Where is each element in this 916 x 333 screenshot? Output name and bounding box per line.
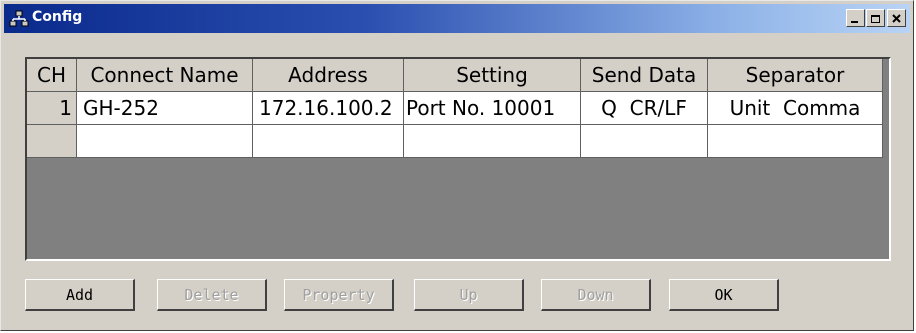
cell-separator[interactable]: Unit Comma bbox=[708, 92, 883, 125]
minimize-button[interactable] bbox=[846, 9, 865, 27]
cell-setting[interactable]: Port No. 10001 bbox=[404, 92, 581, 125]
cell-empty[interactable] bbox=[708, 125, 883, 158]
header-row: CH Connect Name Address Setting Send Dat… bbox=[27, 59, 883, 92]
header-ch[interactable]: CH bbox=[27, 59, 77, 92]
config-grid[interactable]: CH Connect Name Address Setting Send Dat… bbox=[25, 57, 891, 261]
header-address[interactable]: Address bbox=[253, 59, 404, 92]
down-button[interactable]: Down bbox=[541, 279, 651, 311]
title-bar[interactable]: Config bbox=[4, 4, 910, 33]
close-button[interactable] bbox=[887, 9, 906, 27]
ok-button[interactable]: OK bbox=[669, 279, 779, 311]
table-row-empty[interactable] bbox=[27, 125, 883, 158]
cell-empty[interactable] bbox=[581, 125, 708, 158]
header-send-data[interactable]: Send Data bbox=[581, 59, 708, 92]
cell-connect-name[interactable]: GH-252 bbox=[77, 92, 253, 125]
add-button[interactable]: Add bbox=[25, 279, 135, 311]
header-connect-name[interactable]: Connect Name bbox=[77, 59, 253, 92]
cell-send-data[interactable]: Q CR/LF bbox=[581, 92, 708, 125]
header-separator[interactable]: Separator bbox=[708, 59, 883, 92]
cell-empty[interactable] bbox=[253, 125, 404, 158]
cell-empty[interactable] bbox=[404, 125, 581, 158]
config-window: Config CH Connect Name Address Setting S… bbox=[0, 0, 914, 331]
table-row[interactable]: 1 GH-252 172.16.100.2 Port No. 10001 Q C… bbox=[27, 92, 883, 125]
row-ch[interactable]: 1 bbox=[27, 92, 77, 125]
window-title: Config bbox=[32, 9, 83, 25]
cell-address[interactable]: 172.16.100.2 bbox=[253, 92, 404, 125]
minimize-icon bbox=[850, 9, 861, 28]
maximize-button[interactable] bbox=[866, 9, 885, 27]
delete-button[interactable]: Delete bbox=[157, 279, 267, 311]
cell-empty[interactable] bbox=[77, 125, 253, 158]
network-icon bbox=[9, 10, 29, 28]
row-ch-empty[interactable] bbox=[27, 125, 77, 158]
header-setting[interactable]: Setting bbox=[404, 59, 581, 92]
close-icon bbox=[891, 9, 902, 28]
property-button[interactable]: Property bbox=[284, 279, 394, 311]
up-button[interactable]: Up bbox=[414, 279, 524, 311]
maximize-icon bbox=[870, 9, 881, 28]
